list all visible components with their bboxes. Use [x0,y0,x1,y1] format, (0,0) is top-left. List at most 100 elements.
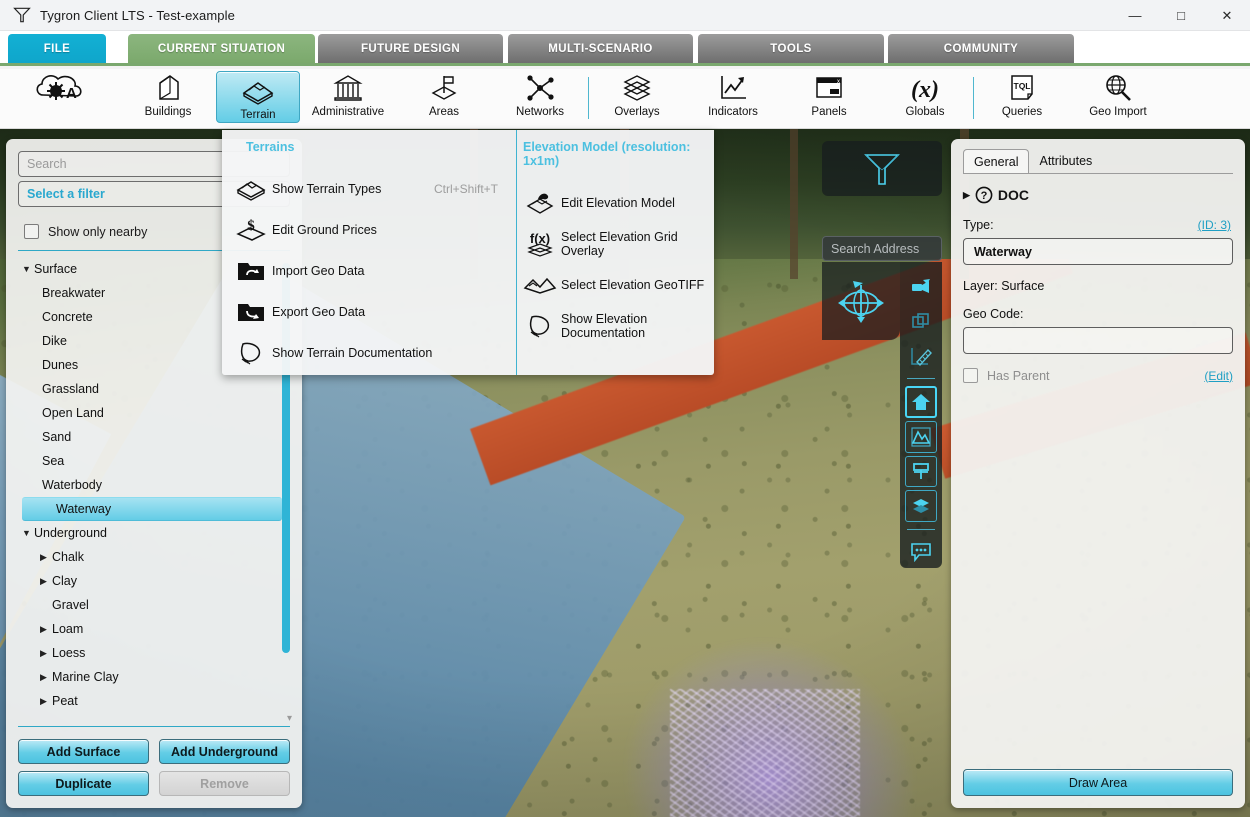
tab-attributes[interactable]: Attributes [1029,149,1102,173]
tree-item-grassland[interactable]: Grassland [6,377,302,401]
type-label: Type: [963,218,994,232]
main-tab-bar: FILE CURRENT SITUATION FUTURE DESIGN MUL… [0,31,1250,66]
show-only-nearby-checkbox[interactable] [24,224,39,239]
close-button[interactable]: ✕ [1204,0,1250,31]
maximize-button[interactable]: □ [1158,0,1204,31]
panel-view-icon[interactable] [905,456,937,488]
ribbon-item-logo[interactable]: A [0,69,120,127]
ribbon-item-label: Buildings [145,106,192,118]
ribbon-item-label: Globals [906,106,945,118]
tree-item-gravel[interactable]: Gravel [6,593,302,617]
terrain-dropdown-menu: Terrains Show Terrain Types Ctrl+Shift+T… [222,130,714,375]
ribbon-item-buildings[interactable]: Buildings [120,69,216,127]
camera-fly-icon[interactable] [905,271,937,302]
has-parent-row[interactable]: Has Parent (Edit) [963,368,1233,383]
areas-flag-icon [428,71,460,105]
chat-icon[interactable] [905,537,937,568]
scroll-down-icon[interactable]: ▾ [287,713,292,724]
has-parent-checkbox[interactable] [963,368,978,383]
terrain-view-icon[interactable] [905,421,937,453]
import-folder-icon [230,258,272,284]
search-address-input[interactable]: Search Address [822,236,942,261]
tree-label: Underground [34,526,107,540]
tree-item-waterbody[interactable]: Waterbody [6,473,302,497]
ribbon-item-queries[interactable]: TQL Queries [974,69,1070,127]
tree-item-clay[interactable]: ▶Clay [6,569,302,593]
type-value-field[interactable]: Waterway [963,238,1233,265]
tree-item-sand[interactable]: Sand [6,425,302,449]
tree-label: Clay [52,574,77,588]
ribbon-item-administrative[interactable]: Administrative [300,69,396,127]
duplicate-button[interactable]: Duplicate [18,771,149,796]
compass-widget[interactable] [822,262,900,340]
svg-text:?: ? [981,190,988,202]
panel-divider-2 [18,726,290,727]
copy-layers-icon[interactable] [905,305,937,336]
menu-item-show-terrain-types[interactable]: Show Terrain Types Ctrl+Shift+T [222,168,516,209]
menu-item-show-terrain-documentation[interactable]: Show Terrain Documentation [222,332,516,373]
chevron-right-icon: ▶ [40,576,52,587]
tree-label: Dike [42,334,67,348]
layers-view-icon[interactable] [905,490,937,522]
menu-item-select-elevation-geotiff[interactable]: Select Elevation GeoTIFF [517,264,714,305]
tree-item-waterway[interactable]: Waterway [22,497,282,521]
has-parent-label: Has Parent [987,369,1050,383]
tree-label: Waterway [56,502,111,516]
home-building-icon[interactable] [905,386,937,418]
ribbon-item-areas[interactable]: Areas [396,69,492,127]
chevron-right-icon: ▶ [40,552,52,563]
ribbon-item-panels[interactable]: x Panels [781,69,877,127]
menu-column-elevation: Elevation Model (resolution: 1x1m) Edit … [516,130,714,375]
menu-item-edit-elevation-model[interactable]: Edit Elevation Model [517,182,714,223]
menu-item-label: Show Terrain Types [272,182,434,196]
menu-item-label: Show Elevation Documentation [561,312,714,340]
tree-item-chalk[interactable]: ▶Chalk [6,545,302,569]
tree-group-underground[interactable]: ▼Underground [6,521,302,545]
edit-link[interactable]: (Edit) [1204,369,1233,383]
add-surface-button[interactable]: Add Surface [18,739,149,764]
menu-item-import-geo-data[interactable]: Import Geo Data [222,250,516,291]
draw-area-button[interactable]: Draw Area [963,769,1233,796]
networks-icon [524,71,556,105]
tree-item-marine-clay[interactable]: ▶Marine Clay [6,665,302,689]
add-underground-button[interactable]: Add Underground [159,739,290,764]
menu-item-label: Select Elevation Grid Overlay [561,230,714,258]
edit-elevation-icon [519,190,561,216]
ribbon-item-globals[interactable]: (x) Globals [877,69,973,127]
ribbon-item-overlays[interactable]: Overlays [589,69,685,127]
tree-label: Concrete [42,310,93,324]
minimize-button[interactable]: — [1112,0,1158,31]
ribbon-item-terrain[interactable]: Terrain [216,71,300,123]
svg-text:A: A [66,85,77,102]
geotiff-icon [519,274,561,296]
tab-multi-scenario[interactable]: MULTI-SCENARIO [508,34,693,63]
tree-item-peat[interactable]: ▶Peat [6,689,302,713]
tree-item-open-land[interactable]: Open Land [6,401,302,425]
tab-general[interactable]: General [963,149,1029,173]
id-link[interactable]: (ID: 3) [1198,218,1231,232]
measure-ruler-icon[interactable] [905,340,937,371]
menu-item-export-geo-data[interactable]: Export Geo Data [222,291,516,332]
tab-community[interactable]: COMMUNITY [888,34,1074,63]
ground-price-icon: $ [230,217,272,243]
window-title: Tygron Client LTS - Test-example [40,8,235,23]
tree-label: Surface [34,262,77,276]
tab-current-situation[interactable]: CURRENT SITUATION [128,34,315,63]
tree-item-loess[interactable]: ▶Loess [6,641,302,665]
tree-item-sea[interactable]: Sea [6,449,302,473]
menu-item-show-elevation-documentation[interactable]: Show Elevation Documentation [517,305,714,346]
ribbon-item-indicators[interactable]: Indicators [685,69,781,127]
ribbon-item-label: Queries [1002,106,1042,118]
geocode-input[interactable] [963,327,1233,354]
ribbon-item-label: Areas [429,106,459,118]
tree-item-loam[interactable]: ▶Loam [6,617,302,641]
ribbon-item-networks[interactable]: Networks [492,69,588,127]
doc-toggle[interactable]: ▶ ? DOC [951,174,1245,204]
tab-file[interactable]: FILE [8,34,106,63]
menu-item-select-elevation-grid-overlay[interactable]: f(x) Select Elevation Grid Overlay [517,223,714,264]
tab-future-design[interactable]: FUTURE DESIGN [318,34,503,63]
ribbon-item-geo-import[interactable]: Geo Import [1070,69,1166,127]
menu-item-edit-ground-prices[interactable]: $ Edit Ground Prices [222,209,516,250]
tab-tools[interactable]: TOOLS [698,34,884,63]
tree-label: Loam [52,622,83,636]
